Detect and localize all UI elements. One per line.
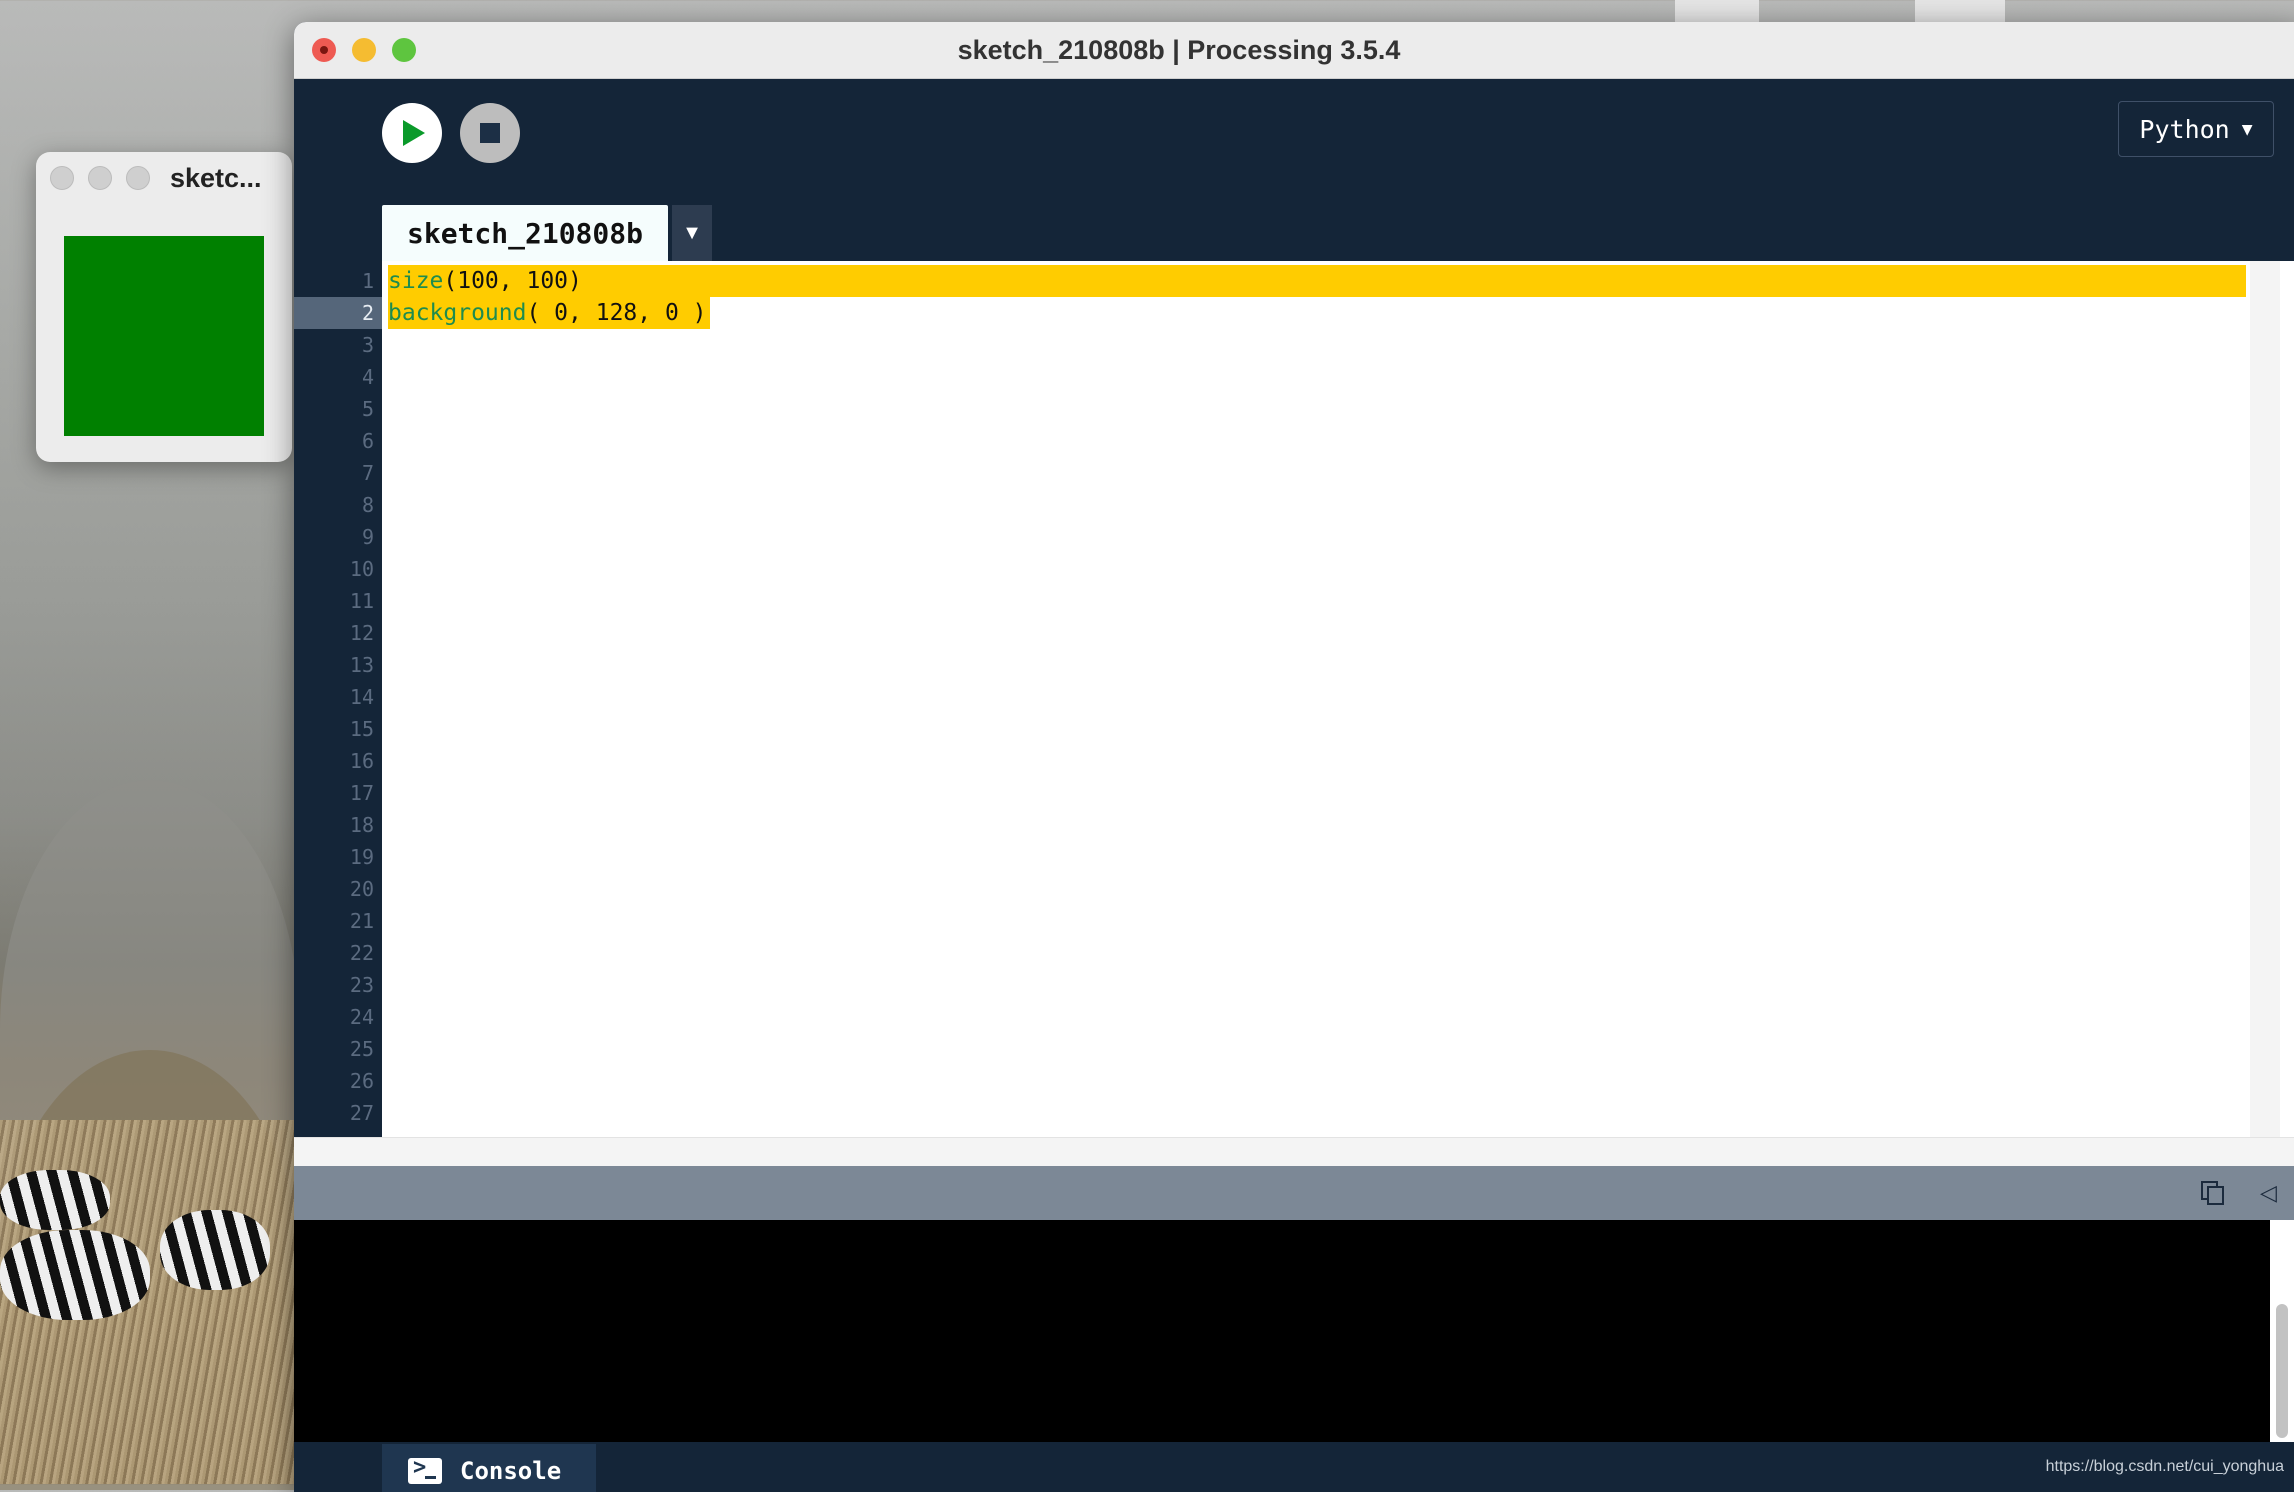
window-title: sketch_210808b | Processing 3.5.4 xyxy=(957,35,1401,65)
line-number: 1 xyxy=(361,269,374,293)
line-number: 18 xyxy=(349,813,374,837)
watermark: https://blog.csdn.net/cui_yonghua xyxy=(2045,1458,2284,1475)
line-number: 5 xyxy=(361,397,374,421)
window-titlebar[interactable]: sketch_210808b | Processing 3.5.4 xyxy=(294,22,2294,79)
copy-icon[interactable] xyxy=(2200,1180,2226,1206)
line-number: 20 xyxy=(349,877,374,901)
tab-sketch[interactable]: sketch_210808b xyxy=(382,205,668,261)
line-number: 7 xyxy=(361,461,374,485)
desktop-item xyxy=(1915,0,2005,22)
line-number: 8 xyxy=(361,493,374,517)
line-number: 16 xyxy=(349,749,374,773)
line-number: 10 xyxy=(349,557,374,581)
message-bar: ◁ xyxy=(294,1166,2294,1220)
sketch-window-title: sketc... xyxy=(170,162,262,193)
code-area[interactable]: size(100, 100) background( 0, 128, 0 ) xyxy=(382,261,2294,1137)
line-number: 21 xyxy=(349,909,374,933)
tab-menu-button[interactable]: ▼ xyxy=(672,205,712,261)
code-args: (100, 100) xyxy=(443,268,582,294)
line-number: 13 xyxy=(349,653,374,677)
footer-bar: Console xyxy=(294,1442,2294,1492)
sketch-window-titlebar[interactable]: sketc... xyxy=(36,152,292,204)
line-number: 14 xyxy=(349,685,374,709)
minimize-button[interactable] xyxy=(88,166,112,190)
console-output[interactable] xyxy=(294,1220,2270,1442)
code-args: ( 0, 128, 0 ) xyxy=(526,300,707,326)
line-number: 25 xyxy=(349,1037,374,1061)
code-line[interactable]: size(100, 100) xyxy=(388,265,582,297)
line-number: 24 xyxy=(349,1005,374,1029)
wallpaper-zebra xyxy=(0,1170,110,1230)
line-number-gutter: 1 2 3 4 5 6 7 8 9 10 11 12 13 14 15 16 17 18 19 20 21 22 23 24 2… xyxy=(294,261,382,1137)
collapse-triangle-icon[interactable]: ◁ xyxy=(2260,1180,2277,1206)
chevron-down-icon: ▼ xyxy=(2241,118,2253,140)
code-line[interactable]: background( 0, 128, 0 ) xyxy=(388,297,707,329)
zoom-button[interactable] xyxy=(126,166,150,190)
line-number: 11 xyxy=(349,589,374,613)
line-number: 27 xyxy=(349,1101,374,1125)
terminal-icon xyxy=(408,1455,442,1484)
editor-vertical-scrollbar[interactable] xyxy=(2250,261,2280,1137)
line-number: 2 xyxy=(361,301,374,325)
mode-selector[interactable]: Python ▼ xyxy=(2118,101,2274,157)
stop-icon xyxy=(480,123,500,143)
line-number: 12 xyxy=(349,621,374,645)
wallpaper-zebra xyxy=(160,1210,270,1290)
wallpaper-zebra xyxy=(0,1230,150,1320)
line-number: 15 xyxy=(349,717,374,741)
tab-bar: sketch_210808b ▼ xyxy=(294,187,2294,261)
close-button[interactable] xyxy=(50,166,74,190)
processing-window[interactable]: sketch_210808b | Processing 3.5.4 Python… xyxy=(294,22,2294,1492)
line-number: 26 xyxy=(349,1069,374,1093)
play-icon xyxy=(403,120,425,146)
console-tab-label: Console xyxy=(460,1457,562,1485)
chevron-down-icon: ▼ xyxy=(682,221,702,244)
line-number: 4 xyxy=(361,365,374,389)
line-number: 19 xyxy=(349,845,374,869)
line-number: 3 xyxy=(361,333,374,357)
sketch-output-window[interactable]: sketc... xyxy=(36,152,292,462)
line-number: 22 xyxy=(349,941,374,965)
code-function: size xyxy=(388,268,444,294)
selection-highlight xyxy=(388,265,2246,297)
stop-button[interactable] xyxy=(460,103,520,163)
mode-label: Python xyxy=(2139,114,2230,144)
toolbar: Python ▼ xyxy=(294,79,2294,187)
desktop-item xyxy=(1675,0,1759,22)
run-button[interactable] xyxy=(382,103,442,163)
console-scrollbar-thumb[interactable] xyxy=(2276,1304,2288,1438)
sketch-canvas xyxy=(64,236,264,436)
code-function: background xyxy=(388,300,527,326)
line-number: 23 xyxy=(349,973,374,997)
console-scrollbar[interactable] xyxy=(2270,1220,2294,1442)
code-editor[interactable]: 1 2 3 4 5 6 7 8 9 10 11 12 13 14 15 16 17 18 19 20 21 22 23 24 2… xyxy=(294,261,2294,1166)
tab-console[interactable]: Console xyxy=(382,1444,596,1492)
editor-horizontal-scrollbar[interactable] xyxy=(294,1137,2294,1166)
line-number: 17 xyxy=(349,781,374,805)
line-number: 9 xyxy=(361,525,374,549)
line-number: 6 xyxy=(361,429,374,453)
